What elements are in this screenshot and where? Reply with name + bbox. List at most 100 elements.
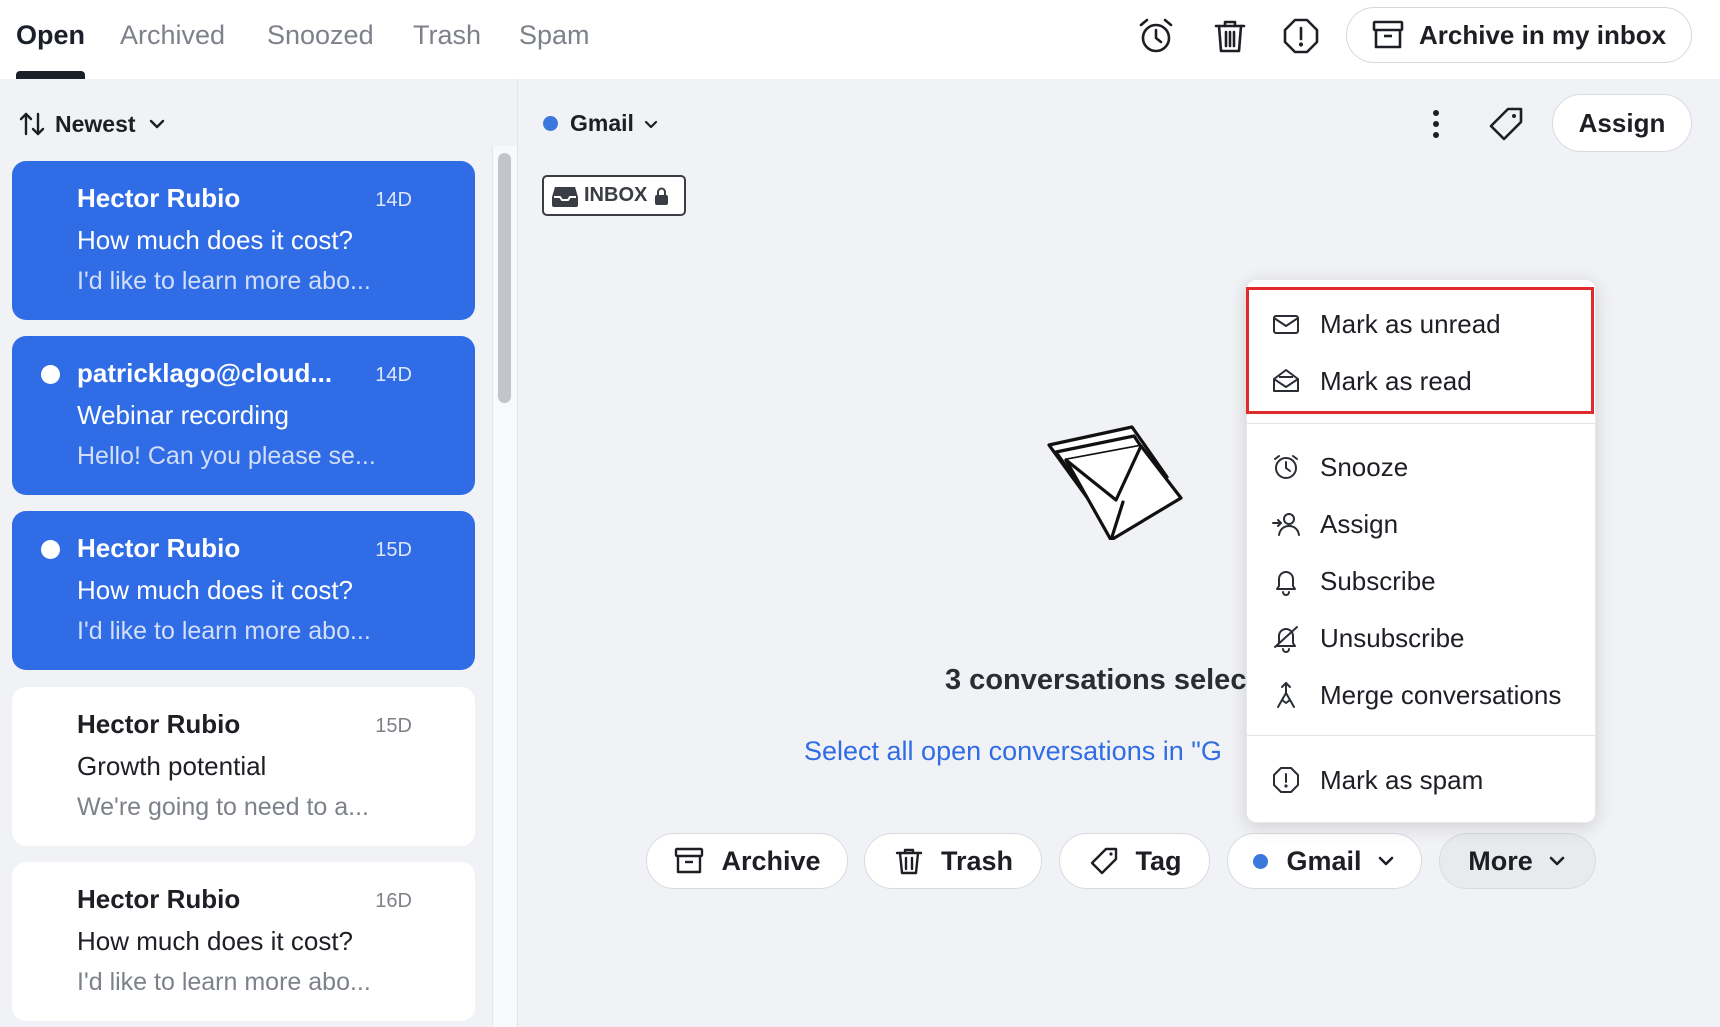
more-label: More [1468,845,1533,876]
tag-icon [1088,845,1120,877]
conversation-card[interactable]: Hector Rubio 15D Growth potential We're … [12,687,475,846]
inbox-badge-label: INBOX [584,184,648,206]
menu-item-label: Merge conversations [1320,679,1562,710]
menu-item-label: Mark as unread [1320,308,1501,339]
more-options-icon[interactable] [1416,104,1456,144]
bell-off-icon [1271,623,1301,653]
menu-item-mark-as-read[interactable]: Mark as read [1247,356,1597,406]
menu-item-unsubscribe[interactable]: Unsubscribe [1247,613,1597,663]
conversation-card[interactable]: Hector Rubio 14D How much does it cost? … [12,161,475,320]
conversation-subject: Webinar recording [77,400,289,430]
alarm-clock-icon [1271,452,1301,482]
menu-item-label: Mark as read [1320,365,1472,396]
chevron-down-icon [1547,851,1567,871]
trash-button[interactable]: Trash [864,833,1042,889]
top-bar: Open Archived Snoozed Trash Spam Archive… [0,0,1720,79]
bell-icon [1271,566,1301,596]
inbox-color-dot [543,116,558,131]
sort-dropdown[interactable]: Newest [18,110,166,138]
tab-archived[interactable]: Archived [120,20,225,51]
select-all-link[interactable]: Select all open conversations in "G [804,736,1222,767]
inbox-tray-icon [552,184,578,208]
active-tab-indicator [16,71,85,79]
conversation-preview: We're going to need to a... [77,793,370,821]
conversation-sender: patricklago@cloud... [77,358,333,388]
conversation-subject: How much does it cost? [77,926,354,956]
archive-button[interactable]: Archive [646,833,848,889]
conversation-card[interactable]: Hector Rubio 15D How much does it cost? … [12,511,475,670]
tag-label: Tag [1135,845,1182,876]
menu-item-label: Snooze [1320,451,1409,482]
sort-label: Newest [55,110,136,137]
tab-trash[interactable]: Trash [413,20,481,51]
envelopes-illustration-icon [1044,420,1204,540]
more-button[interactable]: More [1439,833,1596,889]
conversation-preview: I'd like to learn more abo... [77,267,371,295]
archive-box-icon [1371,18,1405,52]
inbox-move-label: Gmail [1286,845,1362,876]
conversation-preview: Hello! Can you please se... [77,442,376,470]
menu-item-snooze[interactable]: Snooze [1247,442,1597,492]
alert-shield-icon [1271,765,1301,795]
menu-item-mark-as-unread[interactable]: Mark as unread [1247,299,1597,349]
menu-item-merge-conversations[interactable]: Merge conversations [1247,670,1597,720]
conversation-sender: Hector Rubio [77,709,241,739]
tab-open[interactable]: Open [16,20,85,51]
conversation-card[interactable]: Hector Rubio 16D How much does it cost? … [12,862,475,1021]
envelope-open-icon [1271,366,1301,396]
menu-item-label: Unsubscribe [1320,622,1465,653]
selected-count-text: 3 conversations selec [945,664,1247,696]
lock-icon [654,187,669,205]
unread-dot [41,540,60,559]
archive-box-icon [673,845,705,877]
conversation-time: 15D [375,715,412,737]
conversation-preview: I'd like to learn more abo... [77,617,371,645]
chevron-down-icon [148,115,166,133]
assign-button[interactable]: Assign [1552,94,1692,152]
menu-item-label: Mark as spam [1320,764,1484,795]
list-scrollbar-thumb[interactable] [498,153,511,403]
tab-spam[interactable]: Spam [519,20,590,51]
archive-in-my-inbox-label: Archive in my inbox [1419,19,1667,50]
conversation-sender: Hector Rubio [77,533,241,563]
alarm-clock-icon[interactable] [1136,16,1176,56]
merge-icon [1271,680,1301,710]
conversation-time: 14D [375,364,412,386]
menu-item-subscribe[interactable]: Subscribe [1247,556,1597,606]
conversation-sender: Hector Rubio [77,884,241,914]
chevron-down-icon [643,116,659,132]
inbox-badge: INBOX [542,175,686,216]
inbox-selector[interactable]: Gmail [543,110,659,137]
conversation-card[interactable]: patricklago@cloud... 14D Webinar recordi… [12,336,475,495]
tag-icon[interactable] [1486,104,1526,144]
conversation-time: 14D [375,189,412,211]
conversation-subject: How much does it cost? [77,575,354,605]
assign-user-icon [1271,509,1301,539]
inbox-move-button[interactable]: Gmail [1227,833,1422,889]
inbox-color-dot [1253,853,1269,869]
trash-icon [893,845,925,877]
menu-item-label: Subscribe [1320,565,1436,596]
tab-snoozed[interactable]: Snoozed [267,20,374,51]
conversation-time: 16D [375,890,412,912]
more-actions-menu: Mark as unread Mark as read Snooze Assig… [1246,279,1597,823]
alert-shield-icon[interactable] [1281,16,1321,56]
archive-label: Archive [721,845,821,876]
trash-label: Trash [940,845,1014,876]
menu-separator [1247,423,1597,424]
menu-item-assign[interactable]: Assign [1247,499,1597,549]
tag-button[interactable]: Tag [1059,833,1210,889]
archive-in-my-inbox-button[interactable]: Archive in my inbox [1346,7,1692,63]
menu-item-label: Assign [1320,508,1399,539]
pane-divider [517,79,518,1027]
trash-icon[interactable] [1210,16,1250,56]
conversation-preview: I'd like to learn more abo... [77,968,371,996]
sort-arrows-icon [18,110,46,138]
inbox-name: Gmail [570,110,634,136]
unread-dot [41,365,60,384]
conversation-subject: Growth potential [77,751,267,781]
menu-item-mark-as-spam[interactable]: Mark as spam [1247,755,1597,805]
conversation-time: 15D [375,539,412,561]
conversation-subject: How much does it cost? [77,225,354,255]
envelope-closed-icon [1271,309,1301,339]
